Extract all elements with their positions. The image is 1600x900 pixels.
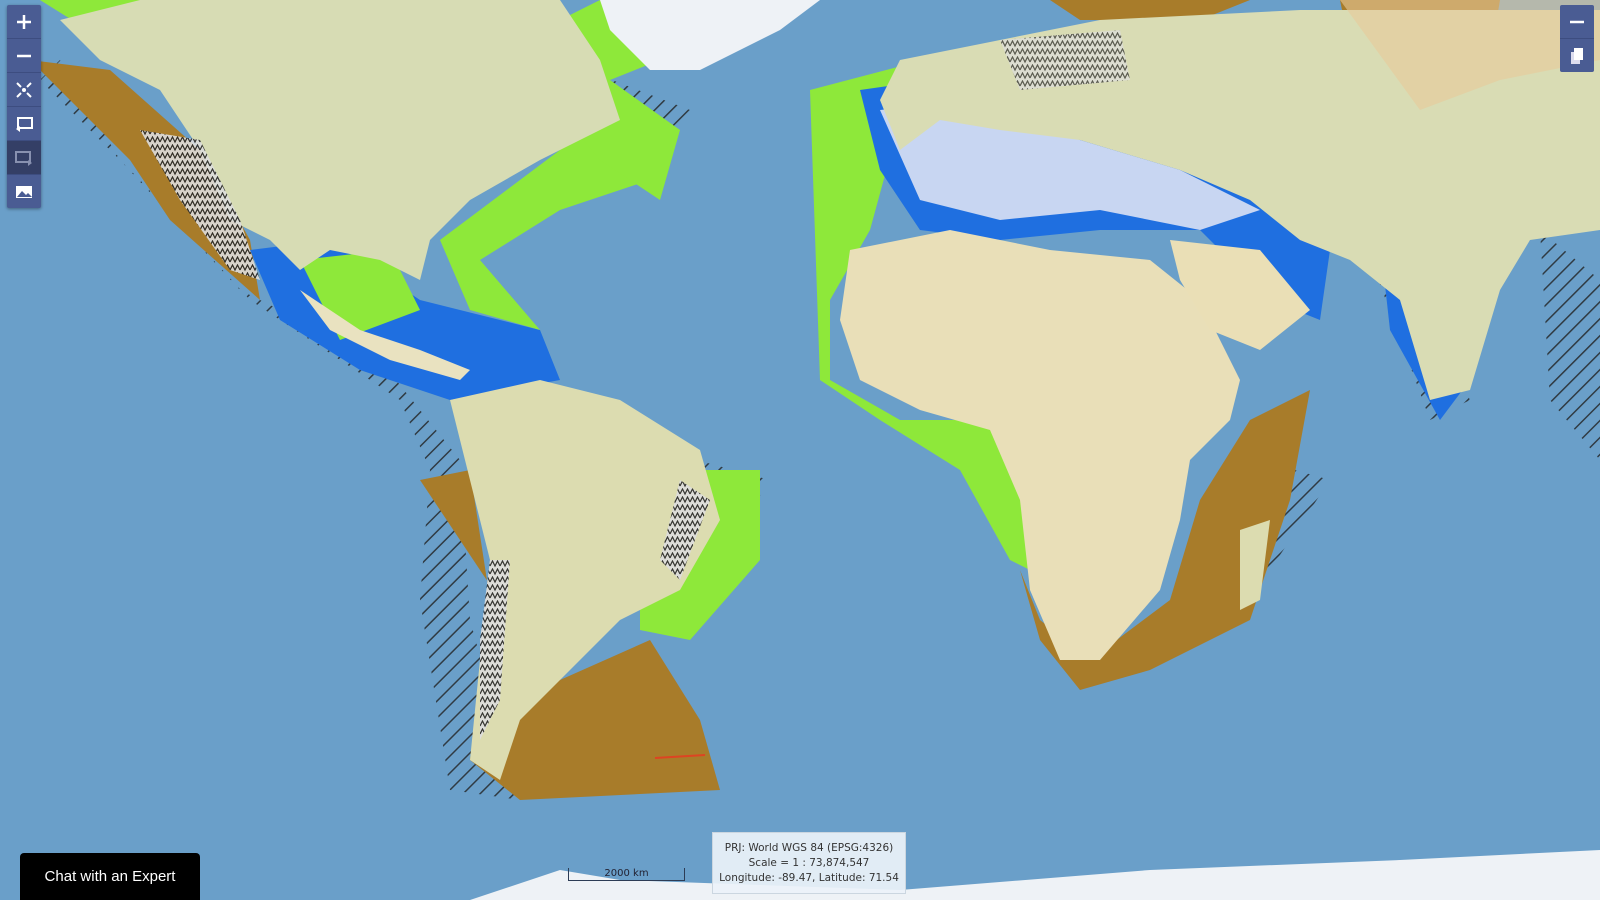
coordinates-text: Longitude: -89.47, Latitude: 71.54	[719, 872, 899, 884]
top-right-controls	[1560, 5, 1594, 72]
back-extent-icon	[16, 116, 33, 132]
collapse-button[interactable]	[1560, 5, 1594, 39]
expand-icon	[16, 81, 32, 98]
forward-extent-icon	[15, 150, 32, 166]
minus-icon	[1570, 20, 1584, 23]
scale-text: Scale = 1 : 73,874,547	[748, 857, 870, 869]
export-image-button[interactable]	[7, 175, 41, 208]
plus-icon	[17, 14, 31, 29]
layers-button[interactable]	[1560, 39, 1594, 72]
map-info-panel: PRJ: World WGS 84 (EPSG:4326) Scale = 1 …	[712, 832, 906, 894]
next-extent-button[interactable]	[7, 141, 41, 175]
full-extent-button[interactable]	[7, 73, 41, 107]
map-canvas[interactable]	[0, 0, 1600, 900]
map-toolbar	[7, 5, 41, 208]
zoom-in-button[interactable]	[7, 5, 41, 39]
zoom-out-button[interactable]	[7, 39, 41, 73]
chat-with-expert-button[interactable]: Chat with an Expert	[20, 853, 200, 900]
projection-text: PRJ: World WGS 84 (EPSG:4326)	[724, 842, 894, 854]
image-icon	[16, 185, 32, 198]
previous-extent-button[interactable]	[7, 107, 41, 141]
scale-bar: 2000 km	[568, 868, 685, 881]
copy-icon	[1571, 47, 1583, 64]
minus-icon	[17, 54, 31, 57]
